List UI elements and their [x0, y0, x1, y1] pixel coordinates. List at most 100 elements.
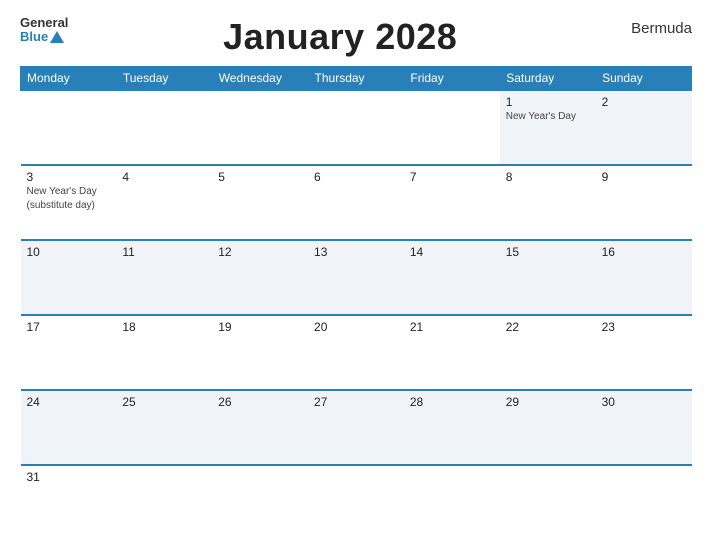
- calendar-cell: 9: [596, 165, 692, 240]
- calendar-cell: 23: [596, 315, 692, 390]
- day-number: 10: [27, 245, 111, 259]
- calendar-cell: [308, 465, 404, 540]
- calendar-week-row: 3New Year's Day(substitute day) 456789: [21, 165, 692, 240]
- calendar-page: General Blue January 2028 Bermuda Monday…: [0, 0, 712, 550]
- day-number: 20: [314, 320, 398, 334]
- event-label: New Year's Day: [506, 110, 590, 123]
- region-label: Bermuda: [612, 16, 692, 37]
- calendar-week-row: 1New Year's Day 2: [21, 90, 692, 165]
- calendar-cell: [404, 465, 500, 540]
- calendar-cell: 7: [404, 165, 500, 240]
- calendar-cell: 19: [212, 315, 308, 390]
- calendar-cell: 29: [500, 390, 596, 465]
- calendar-title: January 2028: [223, 16, 457, 57]
- header: General Blue January 2028 Bermuda: [20, 16, 692, 58]
- calendar-cell: [116, 90, 212, 165]
- col-monday: Monday: [21, 67, 117, 91]
- day-number: 28: [410, 395, 494, 409]
- event-label: New Year's Day: [27, 185, 111, 198]
- day-number: 29: [506, 395, 590, 409]
- logo-triangle-icon: [50, 31, 64, 43]
- day-number: 8: [506, 170, 590, 184]
- calendar-cell: 25: [116, 390, 212, 465]
- col-sunday: Sunday: [596, 67, 692, 91]
- calendar-cell: [212, 90, 308, 165]
- calendar-cell: 11: [116, 240, 212, 315]
- calendar-cell: 27: [308, 390, 404, 465]
- day-number: 21: [410, 320, 494, 334]
- calendar-cell: 18: [116, 315, 212, 390]
- calendar-cell: [212, 465, 308, 540]
- day-number: 31: [27, 470, 111, 484]
- days-header-row: Monday Tuesday Wednesday Thursday Friday…: [21, 67, 692, 91]
- day-number: 5: [218, 170, 302, 184]
- calendar-cell: 1New Year's Day: [500, 90, 596, 165]
- calendar-cell: 2: [596, 90, 692, 165]
- day-number: 1: [506, 95, 590, 109]
- col-friday: Friday: [404, 67, 500, 91]
- calendar-cell: 16: [596, 240, 692, 315]
- calendar-cell: 20: [308, 315, 404, 390]
- day-number: 27: [314, 395, 398, 409]
- calendar-cell: 5: [212, 165, 308, 240]
- day-number: 2: [602, 95, 686, 109]
- calendar-cell: 17: [21, 315, 117, 390]
- calendar-cell: 8: [500, 165, 596, 240]
- logo: General Blue: [20, 16, 68, 45]
- calendar-week-row: 10 11 12 13 14 15 16: [21, 240, 692, 315]
- day-number: 11: [122, 245, 206, 259]
- event-label: (substitute day): [27, 199, 111, 212]
- day-number: 23: [602, 320, 686, 334]
- col-tuesday: Tuesday: [116, 67, 212, 91]
- day-number: 22: [506, 320, 590, 334]
- day-number: 16: [602, 245, 686, 259]
- calendar-cell: [308, 90, 404, 165]
- calendar-cell: [500, 465, 596, 540]
- col-saturday: Saturday: [500, 67, 596, 91]
- calendar-cell: 21: [404, 315, 500, 390]
- calendar-cell: 3New Year's Day(substitute day): [21, 165, 117, 240]
- day-number: 25: [122, 395, 206, 409]
- col-wednesday: Wednesday: [212, 67, 308, 91]
- calendar-cell: 6: [308, 165, 404, 240]
- calendar-cell: 14: [404, 240, 500, 315]
- day-number: 3: [27, 170, 111, 184]
- day-number: 24: [27, 395, 111, 409]
- day-number: 4: [122, 170, 206, 184]
- calendar-week-row: 17 18 19 20 21 22 23: [21, 315, 692, 390]
- calendar-cell: 28: [404, 390, 500, 465]
- calendar-cell: 24: [21, 390, 117, 465]
- calendar-cell: 13: [308, 240, 404, 315]
- calendar-cell: 31: [21, 465, 117, 540]
- calendar-cell: [596, 465, 692, 540]
- day-number: 13: [314, 245, 398, 259]
- day-number: 9: [602, 170, 686, 184]
- day-number: 12: [218, 245, 302, 259]
- day-number: 30: [602, 395, 686, 409]
- col-thursday: Thursday: [308, 67, 404, 91]
- calendar-cell: 26: [212, 390, 308, 465]
- calendar-cell: 30: [596, 390, 692, 465]
- calendar-cell: 15: [500, 240, 596, 315]
- day-number: 14: [410, 245, 494, 259]
- day-number: 7: [410, 170, 494, 184]
- day-number: 17: [27, 320, 111, 334]
- calendar-cell: [21, 90, 117, 165]
- calendar-cell: 10: [21, 240, 117, 315]
- calendar-cell: [404, 90, 500, 165]
- calendar-cell: 22: [500, 315, 596, 390]
- logo-general-text: General: [20, 16, 68, 30]
- calendar-week-row: 31: [21, 465, 692, 540]
- calendar-cell: [116, 465, 212, 540]
- title-area: January 2028: [68, 16, 612, 58]
- day-number: 18: [122, 320, 206, 334]
- calendar-table: Monday Tuesday Wednesday Thursday Friday…: [20, 66, 692, 540]
- logo-blue-text: Blue: [20, 30, 48, 44]
- day-number: 26: [218, 395, 302, 409]
- day-number: 19: [218, 320, 302, 334]
- calendar-cell: 4: [116, 165, 212, 240]
- calendar-week-row: 24 25 26 27 28 29 30: [21, 390, 692, 465]
- day-number: 6: [314, 170, 398, 184]
- calendar-cell: 12: [212, 240, 308, 315]
- day-number: 15: [506, 245, 590, 259]
